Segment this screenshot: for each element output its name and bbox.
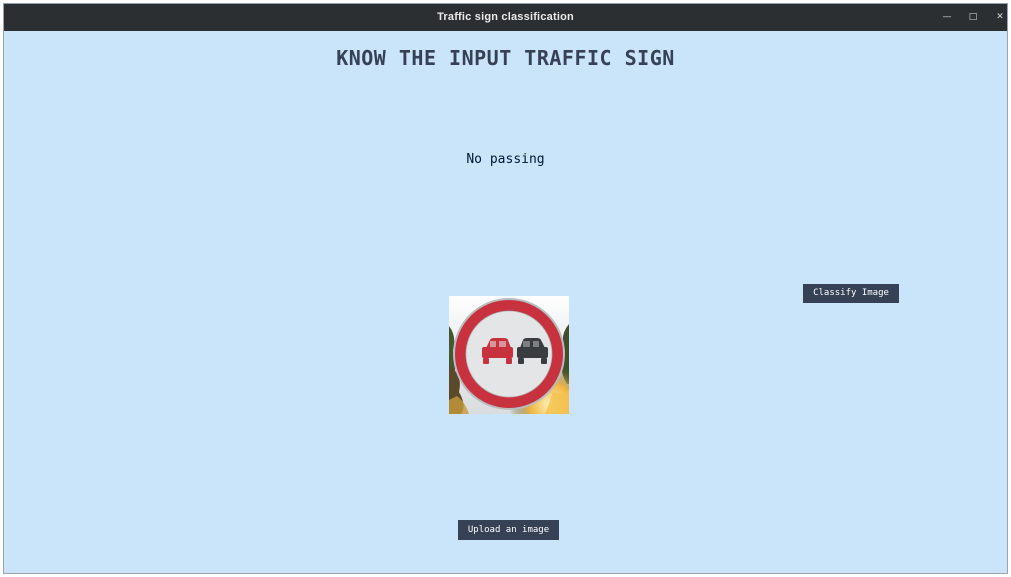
uploaded-sign-image bbox=[449, 296, 569, 414]
classify-image-button[interactable]: Classify Image bbox=[803, 284, 899, 303]
maximize-icon[interactable]: □ bbox=[962, 4, 984, 31]
window-title: Traffic sign classification bbox=[437, 11, 574, 23]
app-window: Traffic sign classification — □ ✕ KNOW T… bbox=[3, 3, 1008, 574]
close-icon[interactable]: ✕ bbox=[989, 4, 1007, 31]
title-bar[interactable]: Traffic sign classification — □ ✕ bbox=[4, 4, 1007, 31]
page-heading: KNOW THE INPUT TRAFFIC SIGN bbox=[336, 46, 675, 70]
upload-image-button[interactable]: Upload an image bbox=[458, 520, 559, 540]
no-passing-sign-icon bbox=[449, 296, 569, 414]
minimize-icon[interactable]: — bbox=[936, 4, 958, 31]
prediction-label: No passing bbox=[466, 152, 545, 167]
